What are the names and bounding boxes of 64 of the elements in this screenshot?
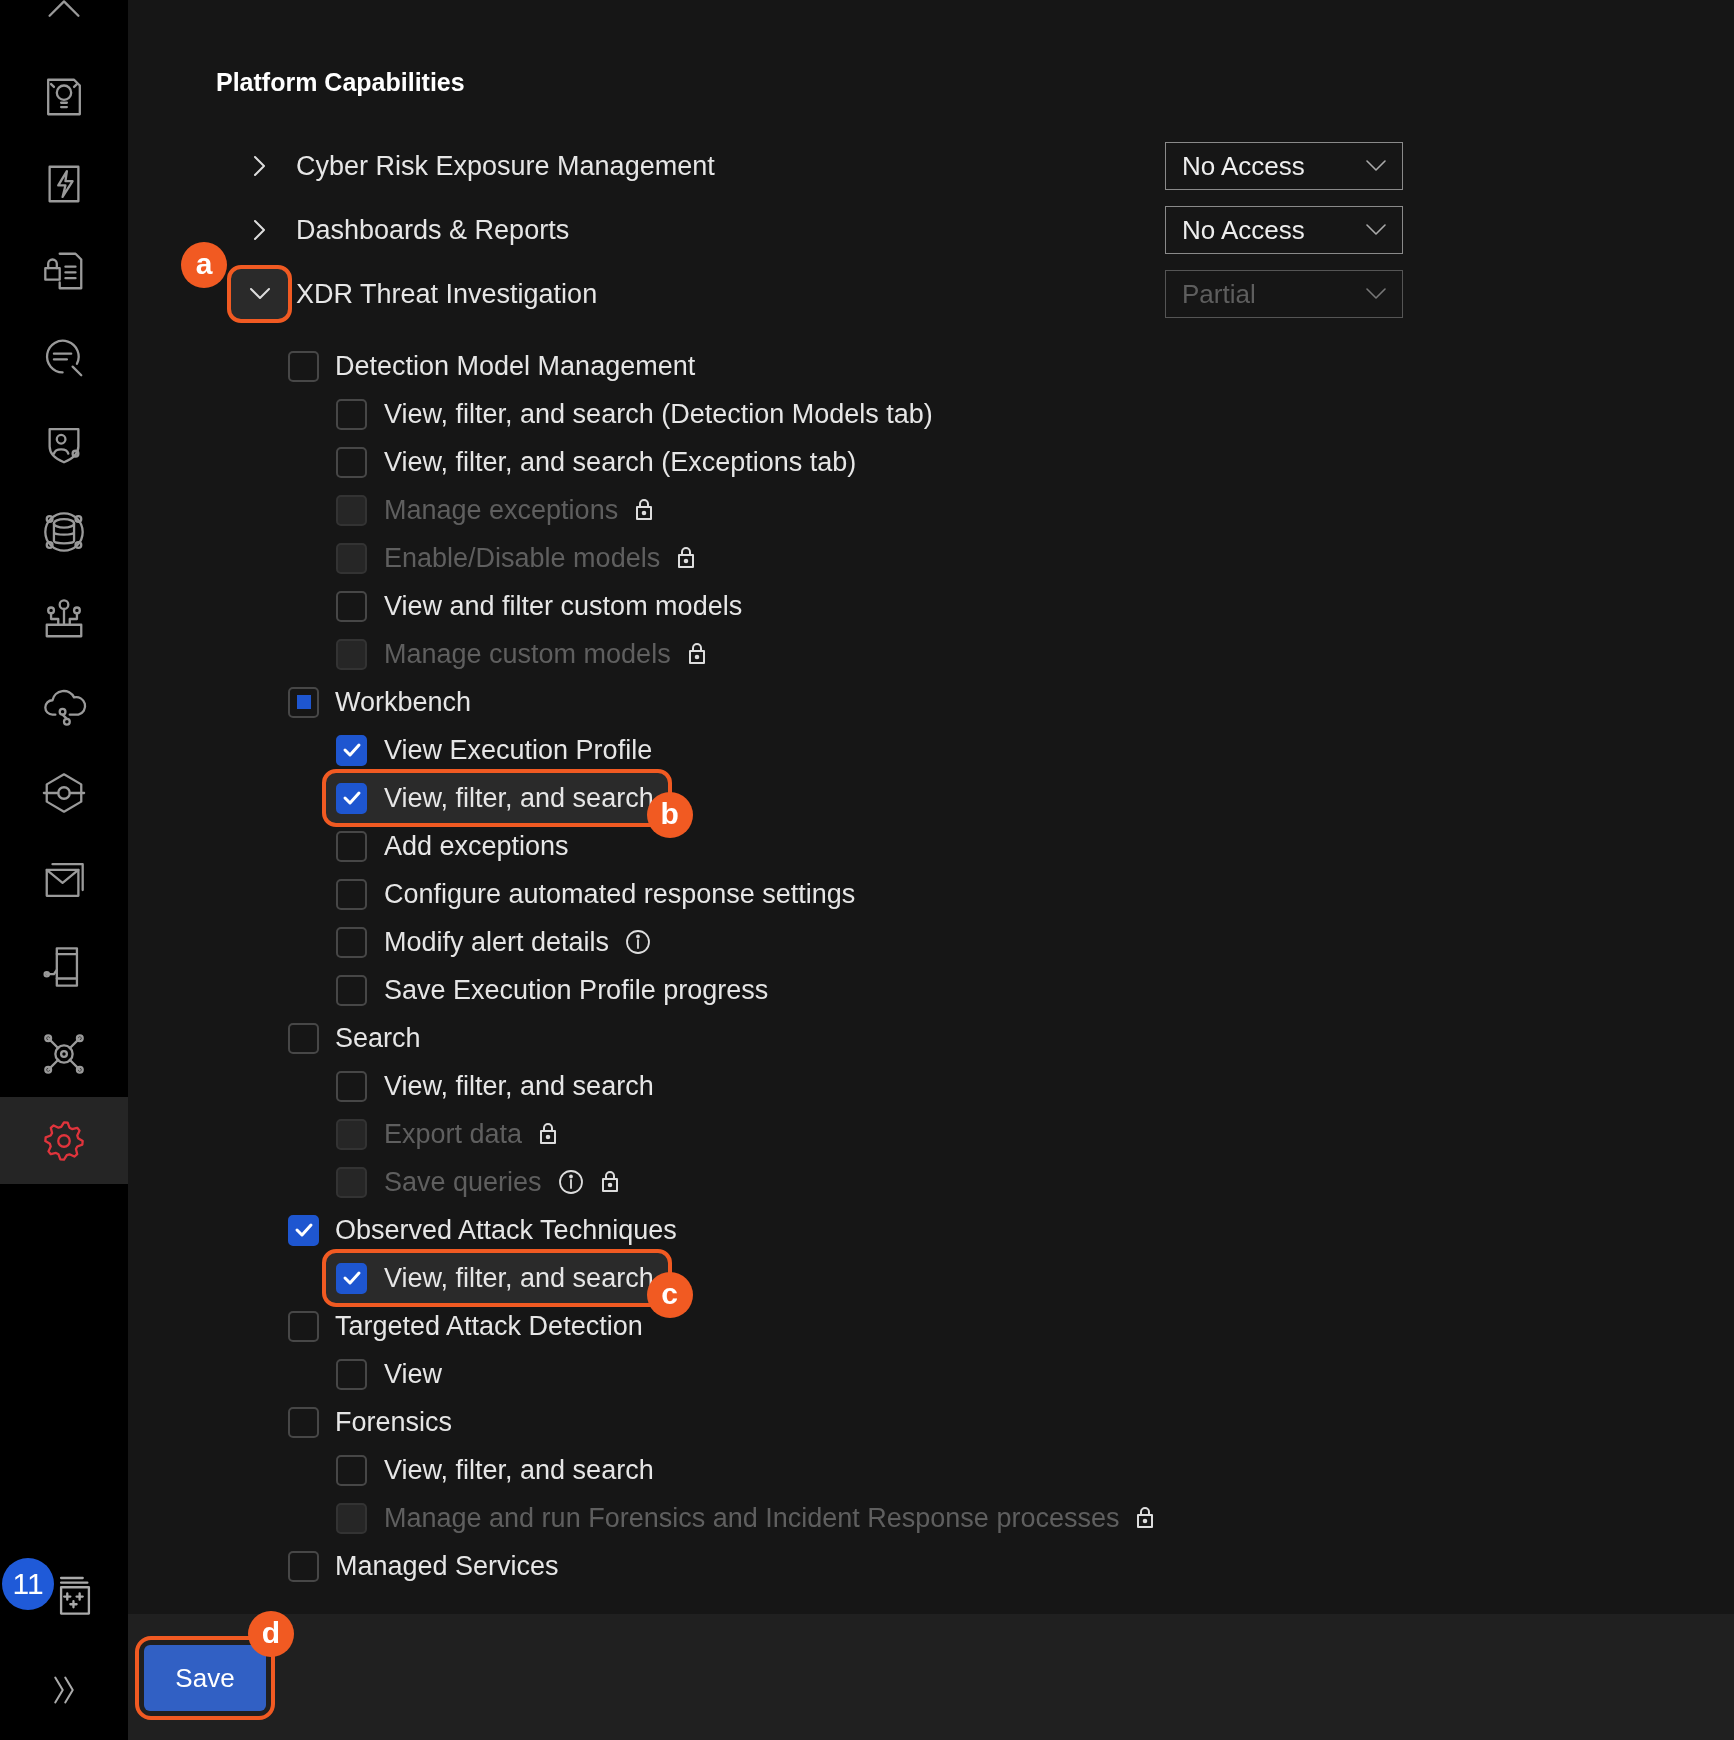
group-label: Workbench (335, 685, 472, 719)
checkbox[interactable] (288, 1214, 319, 1246)
checkbox[interactable] (288, 1022, 319, 1054)
access-dropdown[interactable]: No Access (1165, 206, 1403, 254)
permission-label: Add exceptions (384, 829, 569, 863)
permission-label: View, filter, and search (384, 1069, 654, 1103)
checkbox[interactable] (288, 350, 319, 382)
permission-label: View, filter, and search (Detection Models tab) (384, 397, 933, 431)
checkbox[interactable] (336, 878, 367, 910)
checkbox[interactable] (336, 1070, 367, 1102)
checkbox[interactable] (336, 782, 367, 814)
caret-icon (1366, 160, 1386, 172)
permission-label: View (384, 1357, 443, 1391)
checkmark-icon (293, 1222, 314, 1238)
checkbox[interactable] (288, 686, 319, 718)
expand-toggle[interactable] (227, 265, 292, 323)
capability-label: Dashboards & Reports (296, 213, 570, 247)
checkbox[interactable] (336, 398, 367, 430)
checkbox[interactable] (288, 1550, 319, 1582)
group-label: Search (335, 1021, 421, 1055)
permission-label: Save queries (384, 1165, 542, 1199)
checkbox[interactable] (336, 1454, 367, 1486)
checkbox[interactable] (288, 1310, 319, 1342)
permission-label: Configure automated response settings (384, 877, 856, 911)
checkbox[interactable] (336, 926, 367, 958)
section-title: Platform Capabilities (216, 67, 466, 98)
permission-label: View and filter custom models (384, 589, 743, 623)
checkbox[interactable] (336, 1358, 367, 1390)
checkbox[interactable] (336, 734, 367, 766)
permission-label: Export data (384, 1117, 523, 1151)
permission-label: Manage custom models (384, 637, 671, 671)
group-label: Forensics (335, 1405, 453, 1439)
group-label: Targeted Attack Detection (335, 1309, 643, 1343)
checkbox[interactable] (336, 974, 367, 1006)
checkbox[interactable] (288, 1406, 319, 1438)
permission-label: View Execution Profile (384, 733, 653, 767)
checkmark-icon (341, 790, 362, 806)
checkbox[interactable] (336, 830, 367, 862)
permission-label: Manage exceptions (384, 493, 619, 527)
permission-label: View, filter, and search (384, 1453, 654, 1487)
group-label: Detection Model Management (335, 349, 696, 383)
notification-badge: 11 (2, 1558, 54, 1610)
permission-label: Modify alert details (384, 925, 610, 959)
caret-icon (1366, 224, 1386, 236)
capability-label: XDR Threat Investigation (296, 277, 598, 311)
capability-label: Cyber Risk Exposure Management (296, 149, 715, 183)
info-icon[interactable] (625, 929, 652, 955)
permission-label: View, filter, and search (Exceptions tab) (384, 445, 857, 479)
callout-badge: d (248, 1611, 294, 1657)
checkmark-icon (341, 742, 362, 758)
checkbox[interactable] (336, 590, 367, 622)
save-button[interactable]: Save (144, 1645, 266, 1711)
caret-icon (1366, 288, 1386, 300)
settings-icon[interactable] (0, 1097, 128, 1184)
checkbox[interactable] (336, 1262, 367, 1294)
access-dropdown[interactable]: No Access (1165, 142, 1403, 190)
group-label: Observed Attack Techniques (335, 1213, 677, 1247)
permission-label: Save Execution Profile progress (384, 973, 769, 1007)
callout-badge: a (181, 242, 227, 288)
permission-label: Manage and run Forensics and Incident Response processes (384, 1501, 1120, 1535)
group-label: Managed Services (335, 1549, 559, 1583)
permission-label: Enable/Disable models (384, 541, 661, 575)
checkmark-icon (341, 1270, 362, 1286)
checkbox[interactable] (336, 446, 367, 478)
